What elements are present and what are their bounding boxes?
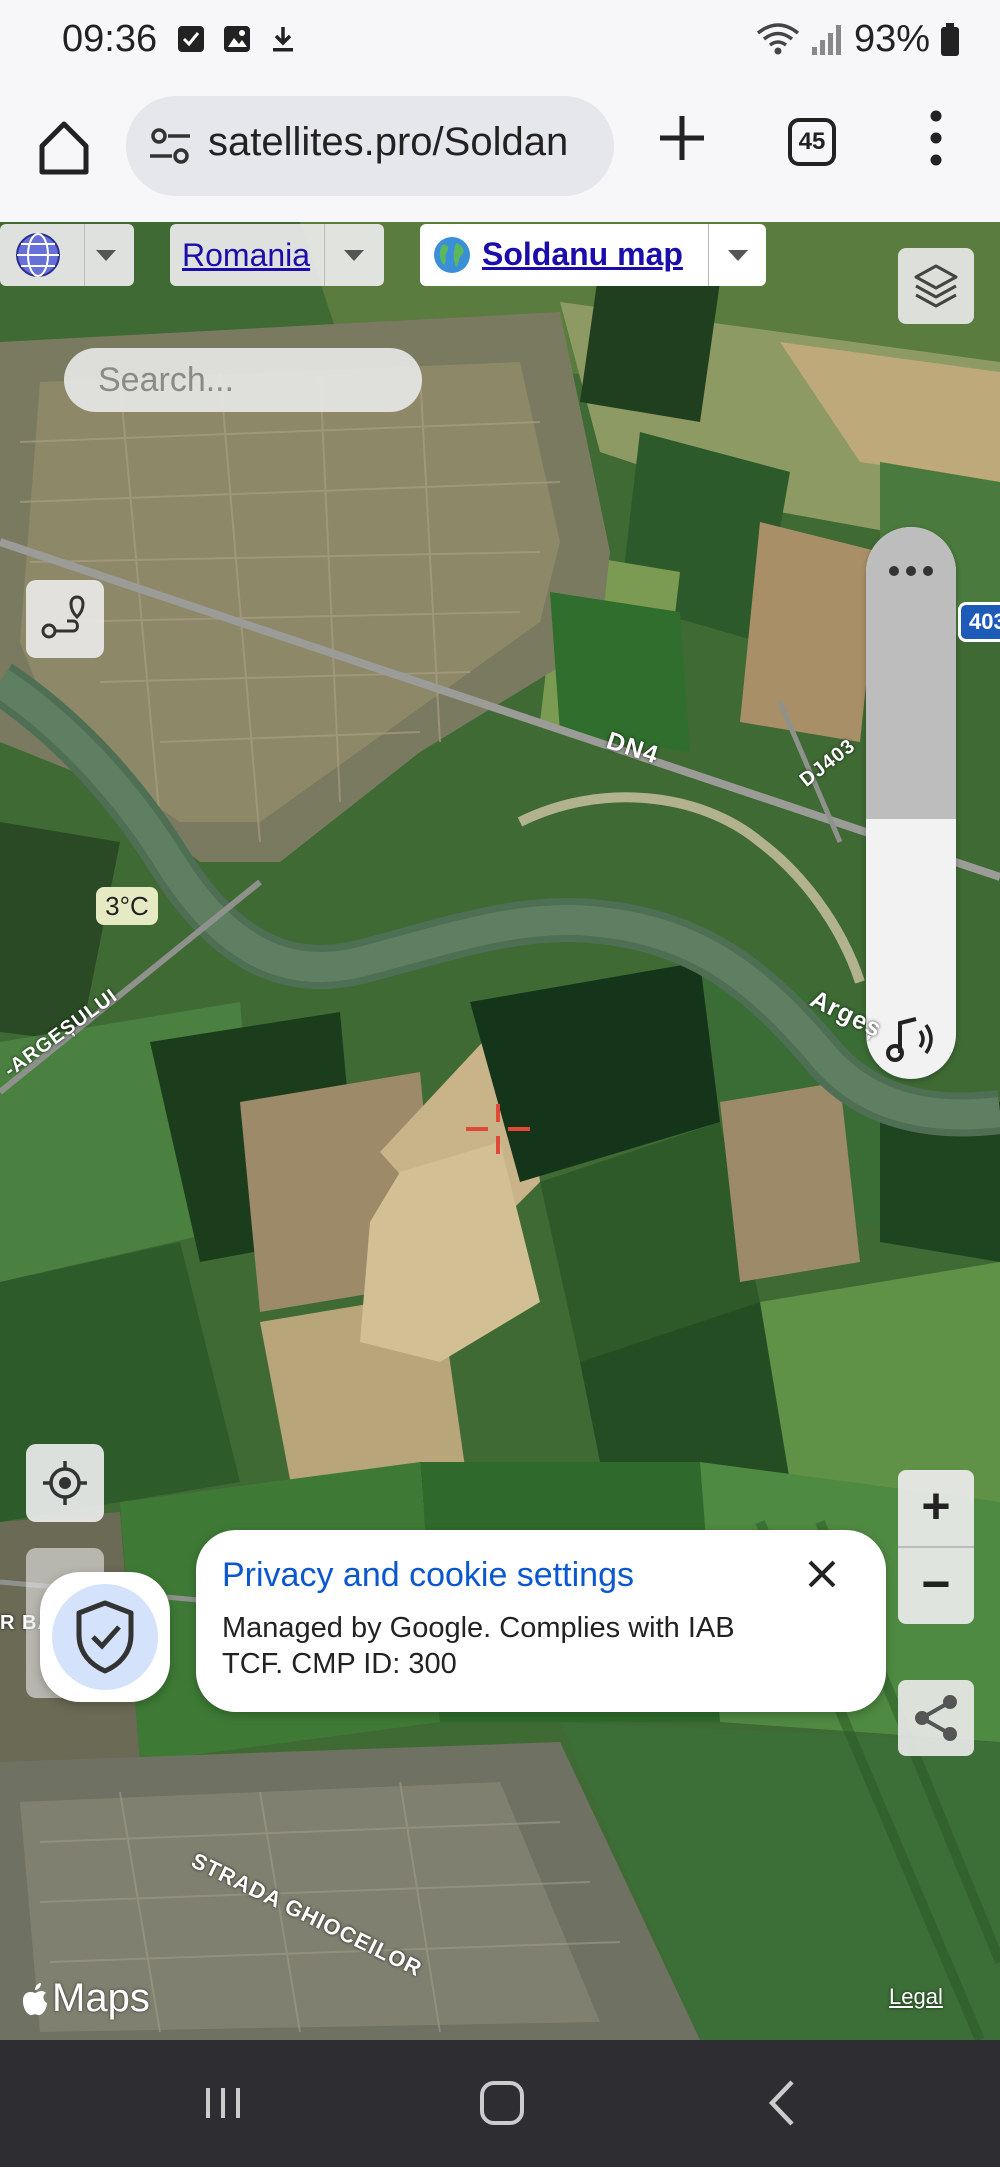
home-icon[interactable] xyxy=(36,118,92,178)
layers-icon xyxy=(914,264,958,308)
status-time: 09:36 xyxy=(62,18,158,60)
zoom-in-button[interactable]: + xyxy=(898,1470,974,1546)
status-notification-icons xyxy=(176,24,298,54)
map-name-selector[interactable]: Soldanu map xyxy=(420,224,766,286)
privacy-cookie-card[interactable]: Privacy and cookie settings Managed by G… xyxy=(196,1530,886,1712)
signal-icon xyxy=(811,24,841,55)
home-nav-icon[interactable] xyxy=(467,2068,537,2138)
privacy-title[interactable]: Privacy and cookie settings xyxy=(222,1556,634,1595)
dropdown-separator xyxy=(84,224,85,286)
address-bar[interactable]: satellites.pro/Soldan xyxy=(126,96,614,196)
map-name-link[interactable]: Soldanu map xyxy=(482,236,683,273)
route-icon xyxy=(41,595,85,639)
dropdown-separator xyxy=(324,224,325,286)
wifi-icon xyxy=(756,22,800,54)
locate-me-button[interactable] xyxy=(26,1444,104,1522)
road-shield-badge: 403 xyxy=(958,602,1000,642)
checkbox-notification-icon xyxy=(178,26,204,52)
more-options-icon[interactable] xyxy=(888,565,934,577)
globe-icon xyxy=(16,233,60,277)
sound-icon[interactable] xyxy=(886,1015,938,1063)
status-right: 93% xyxy=(756,18,960,61)
legal-link[interactable]: Legal xyxy=(889,1984,943,2010)
apple-maps-logo: Maps xyxy=(20,1976,150,2021)
chevron-down-icon[interactable] xyxy=(344,250,364,261)
url-text: satellites.pro/Soldan xyxy=(208,120,569,164)
privacy-shield-button[interactable] xyxy=(40,1572,170,1702)
browser-toolbar: satellites.pro/Soldan 45 xyxy=(0,82,1000,222)
back-icon[interactable] xyxy=(748,2068,818,2138)
map-search[interactable] xyxy=(64,348,422,412)
status-bar: 09:36 93% xyxy=(0,0,1000,82)
new-tab-icon[interactable] xyxy=(656,112,708,164)
zoom-out-button[interactable]: − xyxy=(898,1548,974,1624)
satellite-map[interactable]: Romania Soldanu map 403 3°C DN4 DJ403 Ar… xyxy=(0,222,1000,2040)
crosshair-location-icon xyxy=(43,1461,87,1505)
search-input[interactable] xyxy=(98,358,398,402)
chevron-down-icon[interactable] xyxy=(728,250,748,261)
apple-logo-icon xyxy=(23,1982,47,2015)
more-menu-icon[interactable] xyxy=(930,110,942,166)
audio-slider[interactable] xyxy=(866,527,956,1079)
country-selector[interactable]: Romania xyxy=(170,224,384,286)
close-icon[interactable] xyxy=(800,1552,844,1596)
dropdown-separator xyxy=(708,224,709,286)
globe-selector[interactable] xyxy=(0,224,134,286)
satellite-imagery[interactable] xyxy=(0,222,1000,2040)
tab-switcher-button[interactable]: 45 xyxy=(788,118,836,166)
privacy-body: Managed by Google. Complies with IAB TCF… xyxy=(222,1612,735,1680)
image-notification-icon xyxy=(224,26,250,52)
shield-check-icon xyxy=(76,1600,134,1674)
maps-brand-text: Maps xyxy=(52,1976,150,2020)
share-icon xyxy=(915,1695,957,1741)
system-nav-bar xyxy=(0,2040,1000,2167)
chevron-down-icon[interactable] xyxy=(96,250,116,261)
country-link[interactable]: Romania xyxy=(182,237,310,274)
battery-percent: 93% xyxy=(853,18,930,60)
battery-icon xyxy=(941,22,959,56)
route-button[interactable] xyxy=(26,580,104,658)
recent-apps-icon[interactable] xyxy=(188,2068,258,2138)
earth-icon xyxy=(434,237,470,273)
download-notification-icon xyxy=(273,27,293,52)
layers-button[interactable] xyxy=(898,248,974,324)
site-settings-icon[interactable] xyxy=(148,126,192,166)
share-button[interactable] xyxy=(898,1680,974,1756)
temperature-badge: 3°C xyxy=(96,887,158,925)
zoom-controls: + − xyxy=(898,1470,974,1624)
